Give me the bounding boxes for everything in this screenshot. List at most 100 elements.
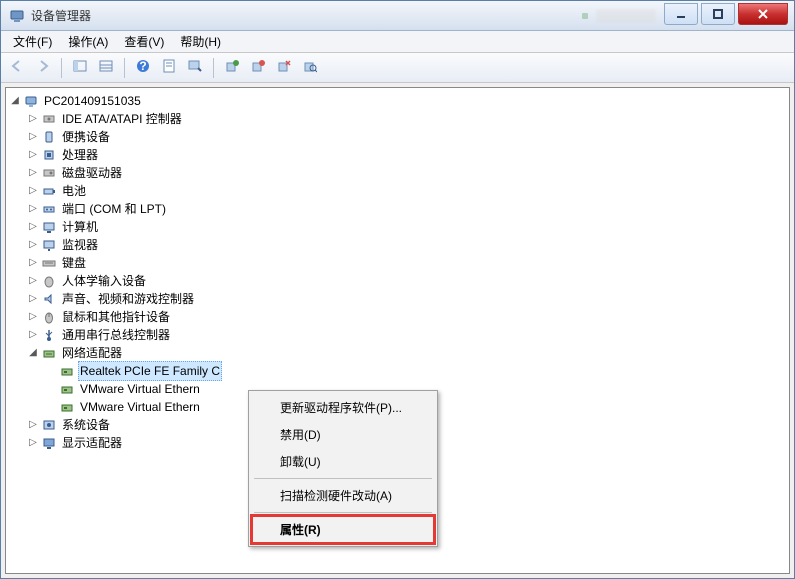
maximize-button[interactable] bbox=[701, 3, 735, 25]
tree-category-node[interactable]: ▷ 便携设备 bbox=[8, 128, 787, 146]
titlebar: 设备管理器 bbox=[1, 1, 794, 31]
battery-icon bbox=[41, 183, 57, 199]
menu-view[interactable]: 查看(V) bbox=[116, 31, 172, 52]
tree-category-node[interactable]: ▷电池 bbox=[8, 182, 787, 200]
tree-category-node[interactable]: ▷ 磁盘驱动器 bbox=[8, 164, 787, 182]
tree-category-node[interactable]: ▷IDE ATA/ATAPI 控制器 bbox=[8, 110, 787, 128]
context-menu-scan-hardware[interactable]: 扫描检测硬件改动(A) bbox=[252, 482, 434, 509]
tree-node-label: 便携设备 bbox=[60, 128, 112, 146]
toolbar-help-button[interactable]: ? bbox=[131, 56, 155, 80]
disable-icon bbox=[251, 59, 265, 76]
toolbar-view1-button[interactable] bbox=[68, 56, 92, 80]
expander-icon[interactable]: ▷ bbox=[26, 310, 40, 324]
disk-icon bbox=[41, 165, 57, 181]
cpu-icon bbox=[41, 147, 57, 163]
menu-help[interactable]: 帮助(H) bbox=[172, 31, 229, 52]
expander-icon[interactable]: ▷ bbox=[26, 202, 40, 216]
tree-node-label: 通用串行总线控制器 bbox=[60, 326, 172, 344]
tree-node-label: 键盘 bbox=[60, 254, 88, 272]
nic-icon bbox=[59, 399, 75, 415]
expander-icon[interactable]: ▷ bbox=[26, 436, 40, 450]
tree-node-label: 监视器 bbox=[60, 236, 100, 254]
expander-icon[interactable]: ◢ bbox=[8, 94, 22, 108]
tree-node-label: 网络适配器 bbox=[60, 344, 124, 362]
content-area: ◢PC201409151035▷IDE ATA/ATAPI 控制器▷便携设备▷处… bbox=[1, 83, 794, 578]
toolbar-view2-button[interactable] bbox=[94, 56, 118, 80]
nic-icon bbox=[59, 363, 75, 379]
ide-icon bbox=[41, 111, 57, 127]
expander-icon[interactable]: ▷ bbox=[26, 184, 40, 198]
context-menu: 更新驱动程序软件(P)...禁用(D)卸载(U) 扫描检测硬件改动(A) 属性(R) bbox=[248, 390, 438, 547]
port-icon bbox=[41, 201, 57, 217]
tree-category-node[interactable]: ◢ 网络适配器 bbox=[8, 344, 787, 362]
tree-node-label: 人体学输入设备 bbox=[60, 272, 148, 290]
tree-node-label: PC201409151035 bbox=[42, 92, 143, 110]
expander-icon[interactable]: ▷ bbox=[26, 220, 40, 234]
context-menu-uninstall[interactable]: 卸载(U) bbox=[252, 448, 434, 475]
expander-icon[interactable]: ▷ bbox=[26, 238, 40, 252]
tree-node-label: 端口 (COM 和 LPT) bbox=[60, 200, 168, 218]
tree-node-label: VMware Virtual Ethern bbox=[78, 398, 202, 416]
context-menu-disable[interactable]: 禁用(D) bbox=[252, 421, 434, 448]
tree-category-node[interactable]: ▷ 监视器 bbox=[8, 236, 787, 254]
toolbar-back-button[interactable] bbox=[5, 56, 29, 80]
expander-icon[interactable]: ▷ bbox=[26, 328, 40, 342]
context-menu-update-driver[interactable]: 更新驱动程序软件(P)... bbox=[252, 394, 434, 421]
uninstall-icon bbox=[277, 59, 291, 76]
usb-icon bbox=[41, 327, 57, 343]
expander-icon[interactable]: ▷ bbox=[26, 274, 40, 288]
context-menu-separator bbox=[254, 478, 432, 479]
menu-file[interactable]: 文件(F) bbox=[5, 31, 60, 52]
tree-category-node[interactable]: ▷ 声音、视频和游戏控制器 bbox=[8, 290, 787, 308]
panel-icon bbox=[73, 59, 87, 76]
display-icon bbox=[41, 435, 57, 451]
expander-icon[interactable]: ▷ bbox=[26, 130, 40, 144]
back-icon bbox=[10, 59, 24, 76]
toolbar-separator bbox=[61, 58, 62, 78]
tree-root-node[interactable]: ◢ PC201409151035 bbox=[8, 92, 787, 110]
expander-icon[interactable]: ▷ bbox=[26, 148, 40, 162]
tree-node-label: 系统设备 bbox=[60, 416, 112, 434]
tree-node-label: 声音、视频和游戏控制器 bbox=[60, 290, 196, 308]
toolbar-scan-button[interactable] bbox=[298, 56, 322, 80]
toolbar-find-button[interactable] bbox=[183, 56, 207, 80]
taskbar-status bbox=[582, 9, 656, 23]
tree-category-node[interactable]: ▷计算机 bbox=[8, 218, 787, 236]
tree-category-node[interactable]: ▷ 键盘 bbox=[8, 254, 787, 272]
window-title: 设备管理器 bbox=[31, 7, 582, 24]
svg-text:?: ? bbox=[139, 59, 146, 73]
hid-icon bbox=[41, 273, 57, 289]
tree-category-node[interactable]: ▷处理器 bbox=[8, 146, 787, 164]
tree-category-node[interactable]: ▷ 人体学输入设备 bbox=[8, 272, 787, 290]
properties-icon bbox=[162, 59, 176, 76]
tree-device-node[interactable]: Realtek PCIe FE Family C bbox=[8, 362, 787, 380]
toolbar-update-button[interactable] bbox=[220, 56, 244, 80]
window-controls bbox=[664, 3, 794, 25]
close-button[interactable] bbox=[738, 3, 788, 25]
expander-icon[interactable]: ▷ bbox=[26, 112, 40, 126]
expander-icon[interactable]: ▷ bbox=[26, 418, 40, 432]
expander-icon[interactable]: ▷ bbox=[26, 166, 40, 180]
keyboard-icon bbox=[41, 255, 57, 271]
expander-icon[interactable]: ▷ bbox=[26, 256, 40, 270]
sound-icon bbox=[41, 291, 57, 307]
toolbar-forward-button[interactable] bbox=[31, 56, 55, 80]
context-menu-properties[interactable]: 属性(R) bbox=[252, 516, 434, 543]
monitor-icon bbox=[41, 237, 57, 253]
toolbar-properties-button[interactable] bbox=[157, 56, 181, 80]
tree-category-node[interactable]: ▷ 端口 (COM 和 LPT) bbox=[8, 200, 787, 218]
expander-icon[interactable]: ◢ bbox=[26, 346, 40, 360]
context-menu-separator bbox=[254, 512, 432, 513]
tree-category-node[interactable]: ▷ 通用串行总线控制器 bbox=[8, 326, 787, 344]
tree-node-label: Realtek PCIe FE Family C bbox=[78, 361, 222, 381]
tree-node-label: 磁盘驱动器 bbox=[60, 164, 124, 182]
menu-action[interactable]: 操作(A) bbox=[60, 31, 116, 52]
portable-icon bbox=[41, 129, 57, 145]
minimize-button[interactable] bbox=[664, 3, 698, 25]
tree-panel[interactable]: ◢PC201409151035▷IDE ATA/ATAPI 控制器▷便携设备▷处… bbox=[5, 87, 790, 574]
toolbar-disable-button[interactable] bbox=[246, 56, 270, 80]
expander-icon[interactable]: ▷ bbox=[26, 292, 40, 306]
forward-icon bbox=[36, 59, 50, 76]
toolbar-uninstall-button[interactable] bbox=[272, 56, 296, 80]
tree-category-node[interactable]: ▷鼠标和其他指针设备 bbox=[8, 308, 787, 326]
